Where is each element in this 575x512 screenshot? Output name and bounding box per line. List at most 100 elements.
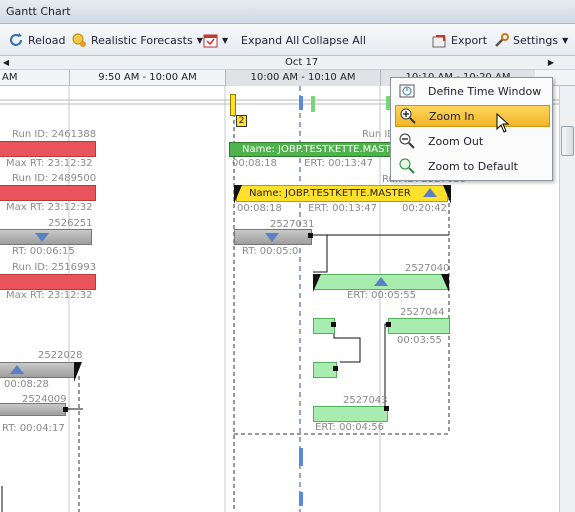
forecast-icon xyxy=(72,33,87,48)
chevron-down-icon: ▼ xyxy=(196,35,203,45)
timeline-marker xyxy=(311,96,315,112)
menu-item-zoom-out[interactable]: Zoom Out xyxy=(395,130,550,152)
collapse-all-label: Collapse All xyxy=(302,33,366,47)
job-bar-success[interactable] xyxy=(313,406,388,422)
end-time-label: 00:20:42 xyxy=(402,203,447,214)
failed-job-bar[interactable] xyxy=(0,274,96,290)
expand-all-label: Expand All xyxy=(241,33,300,47)
zoom-in-icon xyxy=(400,108,416,124)
time-slot: 9:50 AM - 10:00 AM xyxy=(69,70,225,86)
realistic-forecasts-label: Realistic Forecasts xyxy=(91,33,193,47)
job-bar[interactable] xyxy=(0,403,66,416)
reload-icon xyxy=(9,32,24,48)
expand-triangle-icon[interactable] xyxy=(423,188,437,197)
window-title-bar: Gantt Chart xyxy=(0,0,575,24)
job-id-label: 2527040 xyxy=(405,263,450,274)
zoom-out-icon xyxy=(399,133,415,149)
rt-label: RT: 00:06:15 xyxy=(12,246,75,257)
menu-item-label: Zoom to Default xyxy=(428,159,518,173)
chevron-down-icon: ▼ xyxy=(222,35,229,45)
window-title: Gantt Chart xyxy=(6,5,71,18)
ert-label: ERT: 00:05:55 xyxy=(347,290,417,301)
date-header: ◀ Oct 17 ▶ xyxy=(0,56,575,70)
expand-all-button[interactable]: Expand All xyxy=(241,31,299,49)
timeline-marker xyxy=(299,448,303,466)
expand-triangle-icon[interactable] xyxy=(374,277,388,286)
bar-end-cap xyxy=(443,185,451,204)
start-time-label: 00:08:18 xyxy=(232,158,277,169)
max-rt-label: Max RT: 23:12:32 xyxy=(6,290,93,301)
run-id-label: Run ID: 2516993 xyxy=(12,262,97,273)
zoom-default-icon xyxy=(399,158,415,174)
collapse-triangle-icon[interactable] xyxy=(265,233,279,242)
reload-button[interactable]: Reload xyxy=(9,31,65,49)
run-id-label: Run ID: 2489500 xyxy=(12,173,97,184)
job-bar-end xyxy=(74,362,82,382)
calendar-filter-button[interactable]: ▼ xyxy=(203,31,228,49)
export-button[interactable]: Export xyxy=(432,31,487,49)
expand-triangle-icon[interactable] xyxy=(10,365,24,374)
job-id-label: 2522028 xyxy=(38,350,83,361)
wrench-icon xyxy=(494,32,509,48)
menu-item-define-time-window[interactable]: Define Time Window xyxy=(395,80,550,102)
max-rt-label: Max RT: 23:12:32 xyxy=(6,158,93,169)
job-id-label: 2526251 xyxy=(48,218,93,229)
connector-node xyxy=(308,233,313,238)
rt-label: 00:08:28 xyxy=(4,379,49,390)
menu-item-zoom-to-default[interactable]: Zoom to Default xyxy=(395,155,550,177)
realistic-forecasts-button[interactable]: Realistic Forecasts ▼ xyxy=(72,31,203,49)
rt-label: RT: 00:05:0 xyxy=(242,246,299,257)
time-slot: AM xyxy=(2,72,18,83)
ert-label: ERT: 00:04:56 xyxy=(315,422,385,433)
job-bar-success[interactable] xyxy=(388,318,450,334)
menu-item-label: Zoom Out xyxy=(428,134,484,148)
mouse-cursor-icon xyxy=(496,113,510,133)
menu-item-label: Zoom In xyxy=(429,109,475,123)
timeline-marker xyxy=(299,492,303,506)
connector-node xyxy=(333,366,338,371)
collapse-all-button[interactable]: Collapse All xyxy=(302,31,366,49)
rt-label: 00:03:55 xyxy=(397,335,442,346)
toolbar: Reload Realistic Forecasts ▼ ▼ Expand Al… xyxy=(0,24,575,56)
connector-node xyxy=(386,322,391,327)
job-id-label: 2527044 xyxy=(400,307,445,318)
settings-label: Settings xyxy=(513,33,559,47)
start-time-label: 00:08:18 xyxy=(237,203,282,214)
ert-label: ERT: 00:13:47 xyxy=(308,203,378,214)
calendar-icon xyxy=(203,33,218,48)
menu-item-zoom-in[interactable]: Zoom In xyxy=(395,105,550,127)
run-id-label: Run ID: 2461388 xyxy=(12,129,97,140)
menu-item-label: Define Time Window xyxy=(428,84,542,98)
scrollbar-thumb[interactable] xyxy=(561,126,574,156)
context-menu: Define Time Window Zoom In Zoom Out Zoom… xyxy=(390,77,553,181)
time-window-icon xyxy=(399,83,415,99)
chevron-down-icon: ▼ xyxy=(562,35,569,45)
ert-label: ERT: 00:13:47 xyxy=(304,158,374,169)
vertical-scrollbar[interactable] xyxy=(559,86,575,512)
master-job-bar-green[interactable]: Name: JOBP.TESTKETTE.MASTER xyxy=(229,142,395,157)
timeline-marker xyxy=(299,96,303,110)
master-job-bar-selected[interactable]: Name: JOBP.TESTKETTE.MASTER xyxy=(236,185,448,202)
max-rt-label: Max RT: 23:12:32 xyxy=(6,202,93,213)
bar-end-cap xyxy=(441,274,449,292)
connector-node xyxy=(384,406,389,411)
connector-node xyxy=(63,407,68,412)
failed-job-bar[interactable] xyxy=(0,185,96,201)
bar-start-cap xyxy=(313,274,321,292)
bar-start-cap xyxy=(234,185,242,204)
scroll-right-icon[interactable]: ▶ xyxy=(545,56,557,70)
collapse-triangle-icon[interactable] xyxy=(35,233,49,242)
timeline-marker[interactable] xyxy=(230,94,236,116)
connector-node xyxy=(331,322,336,327)
reload-label: Reload xyxy=(28,33,66,47)
time-slot: 10:00 AM - 10:10 AM xyxy=(225,70,380,86)
count-badge: 2 xyxy=(236,115,247,127)
failed-job-bar[interactable] xyxy=(0,141,96,157)
scroll-left-icon[interactable]: ◀ xyxy=(0,56,12,70)
date-label: Oct 17 xyxy=(285,57,319,68)
export-icon xyxy=(432,33,447,48)
export-label: Export xyxy=(451,33,488,47)
settings-button[interactable]: Settings ▼ xyxy=(494,31,568,49)
job-id-label: 2527043 xyxy=(343,395,388,406)
rt-label: RT: 00:04:17 xyxy=(2,423,65,434)
